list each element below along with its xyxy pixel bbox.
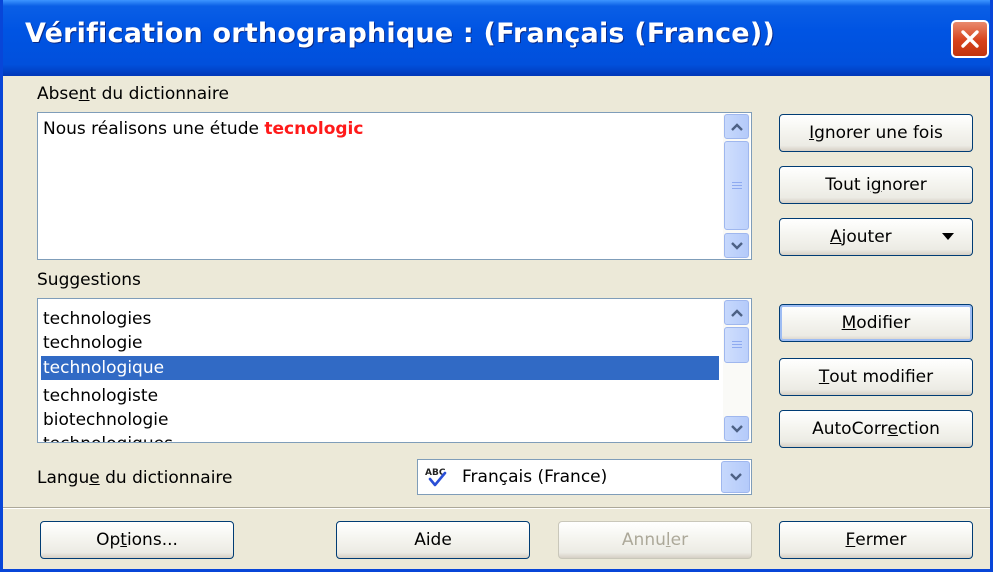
suggestions-label: Suggestions	[37, 270, 141, 290]
close-button[interactable]: Fermer	[779, 521, 973, 559]
ignore-once-button[interactable]: Ignorer une fois	[779, 114, 973, 152]
ignore-all-button[interactable]: Tout i g norer	[779, 166, 973, 204]
list-item[interactable]: biotechnologie	[41, 408, 719, 432]
scroll-up-button[interactable]	[724, 300, 749, 325]
dropdown-arrow-icon	[942, 233, 954, 240]
scroll-down-button[interactable]	[724, 416, 749, 441]
list-item[interactable]: technologie	[41, 331, 719, 355]
chevron-down-icon	[730, 424, 743, 433]
chevron-down-icon	[730, 241, 743, 250]
not-in-dictionary-label: Absent du dictionnaire	[37, 84, 229, 104]
language-dropdown-button[interactable]	[721, 461, 750, 493]
list-item[interactable]: technologies	[41, 307, 719, 331]
list-item[interactable]: technologiste	[41, 384, 719, 408]
change-button[interactable]: Modifier	[779, 304, 973, 342]
grip-icon	[731, 341, 742, 349]
chevron-down-icon	[729, 473, 742, 481]
close-icon	[961, 30, 979, 48]
list-item-selected[interactable]: technologique	[41, 356, 719, 380]
abc-spellcheck-icon: ABC	[425, 468, 447, 487]
sentence-scrollbar[interactable]	[723, 114, 750, 258]
dictionary-language-value: Français (France)	[462, 467, 608, 487]
undo-button[interactable]: Annu l er	[558, 521, 752, 559]
spellcheck-dialog: Vérification orthographique : (Français …	[0, 0, 993, 572]
add-button[interactable]: Ajouter	[779, 218, 973, 256]
suggestions-scrollbar[interactable]	[723, 300, 750, 441]
dictionary-language-label: Langue du dictionnaire	[37, 468, 233, 488]
scroll-thumb[interactable]	[724, 141, 749, 230]
sentence-text: Nous réalisons une étude tecnologic	[43, 119, 364, 139]
sentence-textbox[interactable]: Nous réalisons une étude tecnologic	[37, 112, 752, 260]
list-item[interactable]: technologiques	[41, 432, 719, 442]
chevron-up-icon	[730, 122, 743, 131]
window-title: Vérification orthographique : (Français …	[25, 18, 775, 49]
autocorrect-button[interactable]: AutoCorr e ction	[779, 410, 973, 448]
help-button[interactable]: Aide	[336, 521, 530, 559]
misspelled-word: tecnologic	[264, 119, 364, 139]
separator	[3, 507, 990, 509]
grip-icon	[731, 181, 742, 190]
dictionary-language-select[interactable]: ABC Français (France)	[417, 459, 752, 495]
scroll-up-button[interactable]	[724, 114, 749, 139]
title-bar[interactable]: Vérification orthographique : (Français …	[3, 0, 990, 76]
chevron-up-icon	[730, 308, 743, 317]
suggestions-list[interactable]: technologies technologie technologique t…	[37, 298, 752, 443]
scroll-down-button[interactable]	[724, 233, 749, 258]
scroll-thumb[interactable]	[724, 327, 749, 363]
options-button[interactable]: Op t ions...	[40, 521, 234, 559]
close-window-button[interactable]	[951, 20, 989, 58]
change-all-button[interactable]: Tout modifier	[779, 358, 973, 396]
